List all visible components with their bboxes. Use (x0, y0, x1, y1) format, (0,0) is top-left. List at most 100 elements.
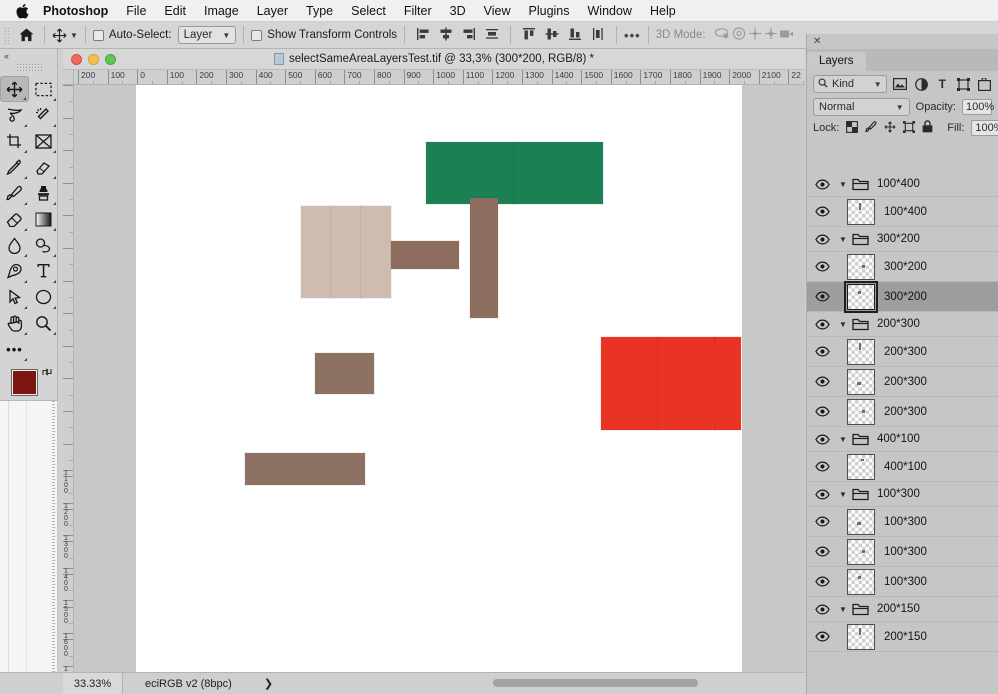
tools-panel-grip[interactable] (15, 63, 42, 73)
edit-toolbar-tool[interactable]: ••• (0, 336, 29, 362)
layer-thumbnail[interactable] (847, 338, 875, 365)
document-title-bar[interactable]: selectSameAreaLayersTest.tif @ 33,3% (30… (63, 49, 805, 70)
adjustment-layer-filter-icon[interactable] (914, 77, 929, 91)
layer-name[interactable]: 300*200 (884, 261, 927, 273)
tab-layers[interactable]: Layers (807, 52, 866, 71)
layer-thumbnail[interactable] (847, 538, 875, 565)
layer-row[interactable]: 200*150 (807, 622, 998, 652)
hand-tool[interactable] (0, 310, 29, 336)
move-tool[interactable] (0, 76, 29, 102)
tan-rect-3[interactable] (360, 205, 392, 299)
visibility-eye-icon[interactable] (815, 576, 839, 587)
orbit-3d-icon[interactable] (714, 26, 731, 44)
visibility-eye-icon[interactable] (815, 516, 839, 527)
layer-name[interactable]: 100*400 (884, 206, 927, 218)
layer-row[interactable]: 300*200 (807, 252, 998, 282)
horizontal-scrollbar[interactable] (233, 672, 805, 694)
chevron-down-icon[interactable]: ▼ (839, 435, 852, 444)
lock-image-pixels-icon[interactable] (865, 120, 877, 136)
layer-thumbnail[interactable] (847, 398, 875, 425)
eraser-tool[interactable] (0, 206, 29, 232)
visibility-eye-icon[interactable] (815, 376, 839, 387)
brown-rect-mid[interactable] (314, 352, 375, 395)
layer-row[interactable]: 100*300 (807, 507, 998, 537)
layer-thumbnail[interactable] (847, 253, 875, 280)
visibility-eye-icon[interactable] (815, 291, 839, 302)
green-rect-right[interactable] (513, 141, 604, 205)
chevron-down-icon[interactable]: ▼ (839, 235, 852, 244)
layer-name[interactable]: 200*300 (877, 318, 920, 330)
menu-item-photoshop[interactable]: Photoshop (41, 4, 117, 18)
visibility-eye-icon[interactable] (815, 433, 839, 445)
layer-name[interactable]: 300*200 (877, 233, 920, 245)
layer-thumbnail[interactable] (847, 568, 875, 595)
roll-3d-icon[interactable] (731, 26, 747, 44)
menu-item-image[interactable]: Image (195, 4, 248, 18)
layer-name[interactable]: 400*100 (884, 461, 927, 473)
layer-name[interactable]: 200*300 (884, 376, 927, 388)
layer-row[interactable]: 200*300 (807, 367, 998, 397)
horizontal-ruler[interactable]: 200 100 0 100 200 300 400 500 600 700 800 900 1000 11… (74, 70, 805, 85)
menu-item-view[interactable]: View (475, 4, 520, 18)
menu-item-select[interactable]: Select (342, 4, 395, 18)
layer-name[interactable]: 100*300 (884, 516, 927, 528)
brown-bar-horizontal[interactable] (390, 240, 460, 270)
shape-layer-filter-icon[interactable] (956, 77, 971, 91)
layer-thumbnail[interactable] (847, 453, 875, 480)
chevron-down-icon[interactable]: ▼ (839, 320, 852, 329)
layer-group-row[interactable]: ▼ 300*200 (807, 227, 998, 252)
layers-list[interactable]: ▼ 100*400 100*400 ▼ 300*200 300*200 300*200 ▼ 20… (807, 172, 998, 694)
path-selection-tool[interactable] (0, 284, 29, 310)
layer-group-row[interactable]: ▼ 100*300 (807, 482, 998, 507)
menu-item-layer[interactable]: Layer (248, 4, 297, 18)
current-tool-move-icon[interactable]: ▼ (52, 28, 78, 43)
red-rect-3[interactable] (714, 336, 742, 431)
visibility-eye-icon[interactable] (815, 461, 839, 472)
visibility-eye-icon[interactable] (815, 406, 839, 417)
layer-group-row[interactable]: ▼ 100*400 (807, 172, 998, 197)
eyedropper-tool[interactable] (0, 154, 29, 180)
quick-selection-tool[interactable] (29, 102, 58, 128)
visibility-eye-icon[interactable] (815, 178, 839, 190)
green-rect-left[interactable] (425, 141, 515, 205)
auto-select-target-dropdown[interactable]: Layer ▼ (177, 26, 237, 44)
visibility-eye-icon[interactable] (815, 261, 839, 272)
align-horizontal-distribute-icon[interactable] (485, 27, 499, 44)
visibility-eye-icon[interactable] (815, 206, 839, 217)
layer-thumbnail[interactable] (847, 368, 875, 395)
menu-item-window[interactable]: Window (579, 4, 641, 18)
filter-kind-dropdown[interactable]: Kind ▼ (813, 75, 887, 93)
pixel-layer-filter-icon[interactable] (893, 78, 908, 90)
visibility-eye-icon[interactable] (815, 233, 839, 245)
chevron-down-icon[interactable]: ▼ (839, 180, 852, 189)
pen-tool[interactable] (0, 258, 29, 284)
layer-group-row[interactable]: ▼ 200*300 (807, 312, 998, 337)
chevron-down-icon[interactable]: ▼ (839, 605, 852, 614)
collapse-panel-icon[interactable]: « (0, 49, 57, 63)
show-transform-controls-checkbox[interactable] (251, 29, 263, 41)
align-right-edges-icon[interactable] (462, 27, 476, 44)
lock-transparent-pixels-icon[interactable] (846, 120, 859, 136)
layer-name[interactable]: 400*100 (877, 433, 920, 445)
close-panel-icon[interactable]: ✕ (807, 34, 998, 49)
opacity-field[interactable]: 100% (962, 99, 994, 115)
lasso-tool[interactable] (0, 102, 29, 128)
frame-tool[interactable] (29, 128, 58, 154)
layer-row[interactable]: 200*300 (807, 397, 998, 427)
crop-tool[interactable] (0, 128, 29, 154)
layer-name[interactable]: 100*300 (877, 488, 920, 500)
zoom-level-field[interactable]: 33.33% (63, 672, 123, 694)
layer-row[interactable]: 300*200 (807, 280, 998, 313)
ruler-corner[interactable] (63, 70, 74, 85)
lock-position-icon[interactable] (884, 121, 896, 136)
more-options-button[interactable]: ••• (624, 28, 641, 43)
chevron-down-icon[interactable]: ▼ (70, 31, 78, 40)
ellipse-tool[interactable] (29, 284, 58, 310)
layer-name[interactable]: 100*300 (884, 546, 927, 558)
document-canvas[interactable] (136, 85, 742, 672)
fill-field[interactable]: 100% (971, 120, 998, 136)
layer-thumbnail[interactable] (847, 508, 875, 535)
type-tool[interactable] (29, 258, 58, 284)
menu-item-filter[interactable]: Filter (395, 4, 441, 18)
visibility-eye-icon[interactable] (815, 488, 839, 500)
